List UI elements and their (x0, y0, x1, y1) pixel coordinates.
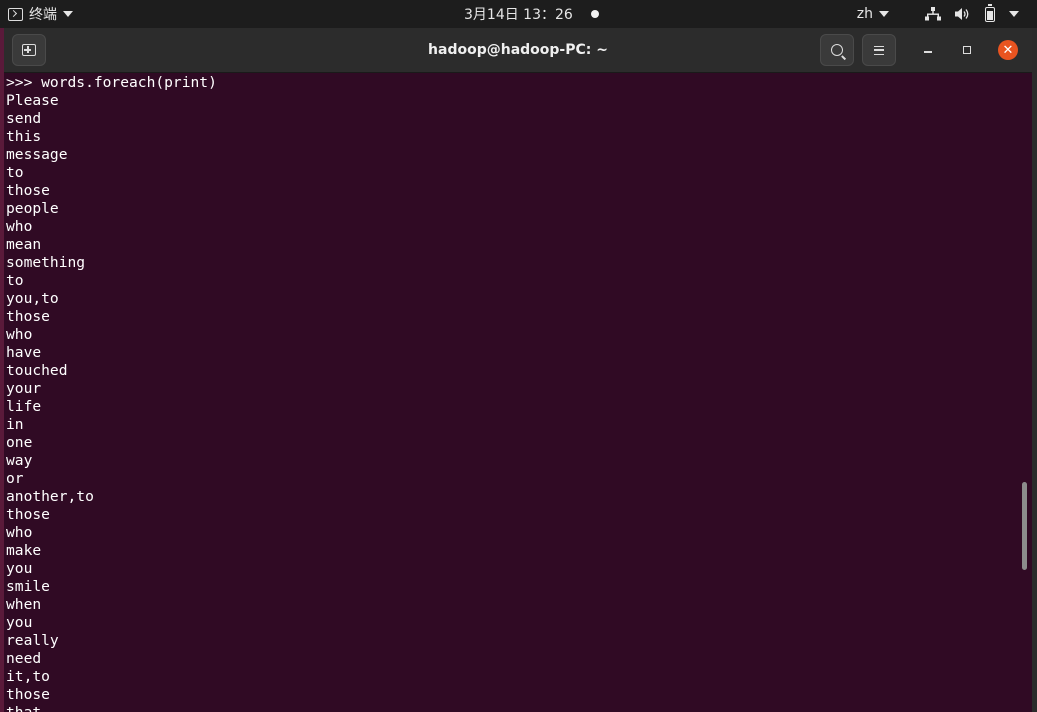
volume-icon (955, 8, 969, 20)
terminal-line: that (6, 704, 1016, 712)
terminal-line: mean (6, 236, 42, 253)
minimize-button[interactable] (918, 40, 938, 60)
terminal-line: one (6, 434, 33, 451)
clock-indicator[interactable]: 3月14日 13：26 (464, 0, 599, 28)
terminal-output[interactable]: >>> words.foreach(print) Please send this me… (6, 74, 1016, 712)
terminal-line: have (6, 344, 42, 361)
language-label: zh (856, 6, 873, 22)
status-menu[interactable] (925, 3, 1019, 22)
terminal-icon (8, 7, 23, 21)
app-menu-label: 终端 (29, 7, 57, 23)
terminal-line: who (6, 218, 33, 235)
new-tab-button[interactable] (12, 34, 46, 66)
search-button[interactable] (820, 34, 854, 66)
maximize-button[interactable] (957, 40, 977, 60)
terminal-line: it,to (6, 668, 50, 685)
hamburger-menu-icon (874, 45, 884, 55)
terminal-line: touched (6, 362, 68, 379)
terminal-line: those (6, 686, 50, 703)
header-bar[interactable]: hadoop@hadoop-PC: ~ ✕ (4, 28, 1032, 73)
close-button[interactable]: ✕ (998, 40, 1018, 60)
terminal-line: when (6, 596, 42, 613)
battery-icon (985, 3, 995, 22)
terminal-line: those (6, 308, 50, 325)
terminal-line: message (6, 146, 68, 163)
terminal-line: in (6, 416, 24, 433)
chevron-down-icon (879, 11, 889, 17)
notification-dot-icon (590, 10, 599, 18)
terminal-line: you (6, 614, 33, 631)
new-tab-icon (22, 44, 36, 56)
terminal-line: your (6, 380, 42, 397)
chevron-down-icon (63, 11, 73, 17)
language-indicator[interactable]: zh (857, 6, 889, 22)
terminal-line: smile (6, 578, 50, 595)
terminal-prompt-line: >>> words.foreach(print) (6, 74, 217, 91)
terminal-line: those (6, 506, 50, 523)
terminal-line: this (6, 128, 42, 145)
terminal-line: need (6, 650, 42, 667)
window-shadow-edge (1032, 28, 1037, 712)
search-icon (831, 44, 843, 56)
terminal-line: way (6, 452, 33, 469)
close-icon: ✕ (1002, 42, 1014, 58)
terminal-line: make (6, 542, 42, 559)
terminal-line: those (6, 182, 50, 199)
clock-label: 3月14日 13：26 (464, 7, 573, 23)
menu-button[interactable] (862, 34, 896, 66)
terminal-line: who (6, 326, 33, 343)
terminal-line: you,to (6, 290, 59, 307)
terminal-line: another,to (6, 488, 94, 505)
terminal-line: send (6, 110, 42, 127)
terminal-line: to (6, 164, 24, 181)
top-panel: 终端 3月14日 13：26 zh (0, 0, 1037, 28)
terminal-line: or (6, 470, 24, 487)
terminal-line: really (6, 632, 59, 649)
app-menu[interactable]: 终端 (8, 0, 73, 28)
minimize-icon (924, 51, 932, 53)
terminal-line: who (6, 524, 33, 541)
terminal-line: Please (6, 92, 59, 109)
system-menu-chevron-icon (1009, 11, 1019, 17)
terminal-window: hadoop@hadoop-PC: ~ ✕ >>> words.foreach(… (4, 28, 1032, 712)
terminal-line: people (6, 200, 59, 217)
terminal-line: you (6, 560, 33, 577)
network-icon (925, 7, 941, 21)
scrollbar-thumb[interactable] (1022, 482, 1027, 570)
terminal-line: something (6, 254, 86, 271)
terminal-line: life (6, 398, 42, 415)
terminal-line: to (6, 272, 24, 289)
maximize-icon (963, 46, 971, 54)
system-tray: zh (857, 0, 1019, 28)
